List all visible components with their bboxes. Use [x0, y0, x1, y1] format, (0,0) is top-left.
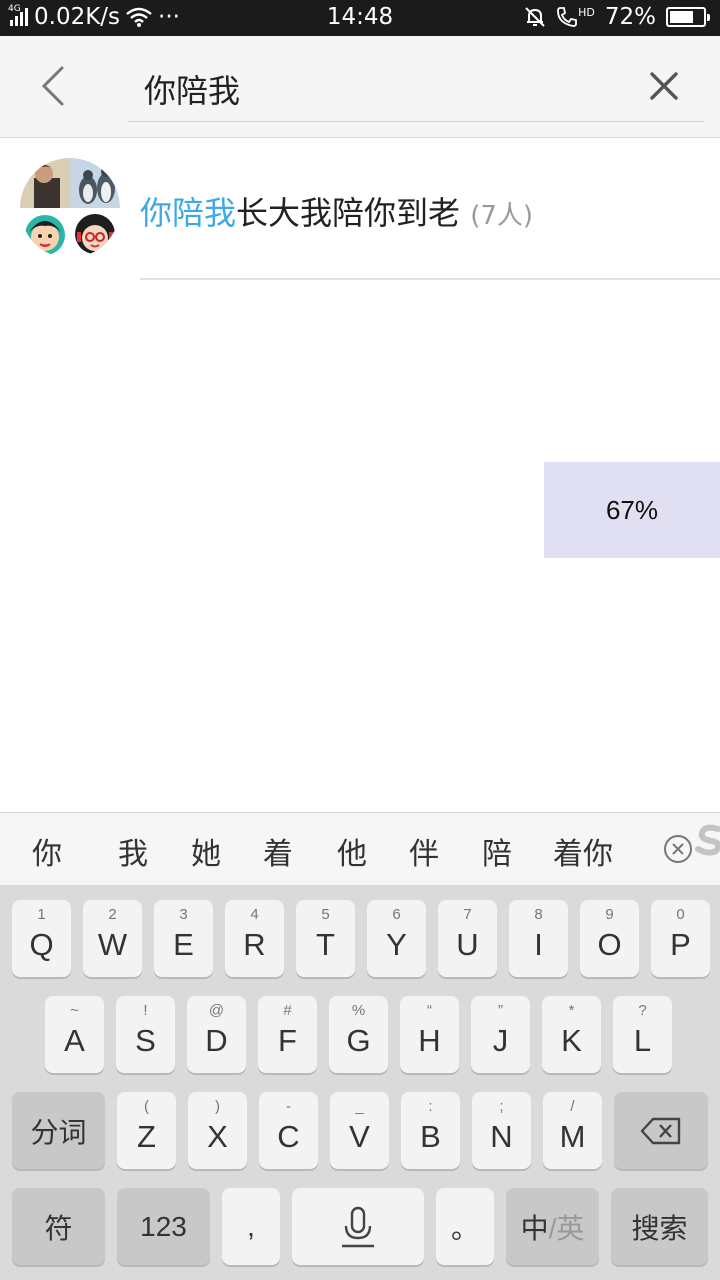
member-avatar-3: [20, 208, 70, 258]
candidate-word[interactable]: 着你: [553, 829, 613, 873]
member-avatar-2: [70, 158, 120, 208]
group-name: 你陪我长大我陪你到老 (7人): [140, 188, 533, 234]
key-e[interactable]: 3E: [154, 900, 213, 977]
key-p[interactable]: 0P: [651, 900, 710, 977]
key-d[interactable]: @ D: [187, 996, 246, 1073]
hd-call-icon: [557, 7, 578, 27]
voice-key[interactable]: [292, 1188, 424, 1265]
group-avatar: [20, 158, 120, 258]
key-w[interactable]: 2W: [83, 900, 142, 977]
key-q[interactable]: 1Q: [12, 900, 71, 977]
candidate-bar: 你 我 她 着 他 伴 陪 着你: [0, 812, 720, 886]
back-arrow-icon[interactable]: [30, 58, 76, 114]
key-n[interactable]: ; N: [472, 1092, 531, 1169]
microphone-icon: [342, 1206, 374, 1248]
key-f[interactable]: # F: [258, 996, 317, 1073]
search-header: 你陪我: [0, 36, 720, 138]
key-v[interactable]: _ V: [330, 1092, 389, 1169]
candidate-word[interactable]: 伴: [409, 829, 439, 873]
period-key[interactable]: 。: [436, 1188, 494, 1265]
battery-percent: 72%: [604, 4, 656, 30]
search-input[interactable]: 你陪我: [144, 66, 240, 112]
search-result-item[interactable]: 你陪我长大我陪你到老 (7人): [0, 140, 720, 280]
member-avatar-1: [20, 158, 70, 208]
key-m[interactable]: / M: [543, 1092, 602, 1169]
backspace-icon: [640, 1117, 681, 1145]
candidate-word[interactable]: 陪: [482, 829, 512, 873]
matched-text: 你陪我: [140, 194, 237, 232]
progress-indicator: 67%: [544, 462, 720, 558]
number-key[interactable]: 123: [117, 1188, 210, 1265]
search-key[interactable]: 搜索: [611, 1188, 708, 1265]
candidate-word[interactable]: 她: [191, 829, 221, 873]
clear-icon[interactable]: [640, 62, 688, 110]
language-switch-key[interactable]: 中/英: [506, 1188, 599, 1265]
key-s[interactable]: ! S: [116, 996, 175, 1073]
backspace-key[interactable]: [614, 1092, 708, 1169]
status-bar: 4G 0.02K/s ··· 14:48 HD 72%: [0, 0, 720, 36]
battery-icon: [666, 7, 710, 27]
candidate-word[interactable]: 他: [337, 829, 367, 873]
search-field[interactable]: 你陪我: [128, 54, 704, 122]
key-g[interactable]: % G: [329, 996, 388, 1073]
key-u[interactable]: 7U: [438, 900, 497, 977]
key-y[interactable]: 6Y: [367, 900, 426, 977]
key-z[interactable]: (Z: [117, 1092, 176, 1169]
candidate-word[interactable]: 着: [263, 829, 293, 873]
key-i[interactable]: 8I: [509, 900, 568, 977]
key-h[interactable]: “H: [400, 996, 459, 1073]
key-j[interactable]: ” J: [471, 996, 530, 1073]
key-r[interactable]: 4R: [225, 900, 284, 977]
comma-key[interactable]: ,: [222, 1188, 280, 1265]
key-c[interactable]: -C: [259, 1092, 318, 1169]
soft-keyboard: 1Q 2W 3E 4R 5T 6Y 7U 8I 9O 0P ~ A ! S @ D #…: [0, 886, 720, 1280]
key-a[interactable]: ~ A: [45, 996, 104, 1073]
member-avatar-4: [70, 208, 120, 258]
progress-label: 67%: [605, 494, 659, 525]
key-x[interactable]: ) X: [188, 1092, 247, 1169]
hd-label: HD: [578, 6, 595, 19]
member-count: (7人): [470, 201, 534, 231]
divider: [140, 278, 720, 280]
key-b[interactable]: :B: [401, 1092, 460, 1169]
mute-bell-icon: [525, 7, 545, 27]
key-o[interactable]: 9O: [580, 900, 639, 977]
key-t[interactable]: 5T: [296, 900, 355, 977]
symbol-key[interactable]: 符: [12, 1188, 105, 1265]
candidate-word[interactable]: 我: [118, 829, 148, 873]
group-name-rest: 长大我陪你到老: [236, 194, 461, 232]
candidate-word[interactable]: 你: [32, 829, 62, 873]
segment-key[interactable]: 分词: [12, 1092, 105, 1169]
sogou-logo-icon: [695, 824, 720, 856]
key-k[interactable]: * K: [542, 996, 601, 1073]
key-l[interactable]: ? L: [613, 996, 672, 1073]
